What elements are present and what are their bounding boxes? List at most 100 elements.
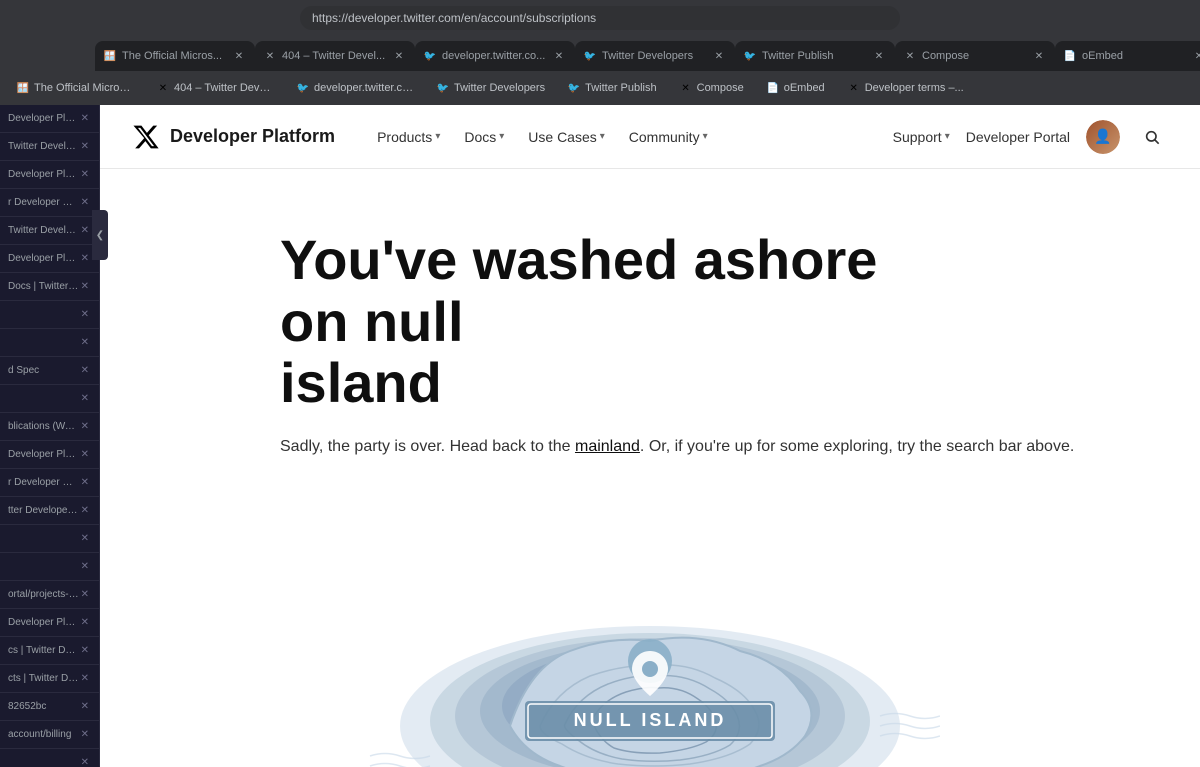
sidebar-item-close[interactable]: ✕ bbox=[79, 139, 91, 154]
sidebar-item-close[interactable]: ✕ bbox=[79, 111, 91, 126]
sidebar-item-close[interactable]: ✕ bbox=[79, 587, 91, 602]
nav-link-use-cases[interactable]: Use Cases ▾ bbox=[518, 123, 615, 151]
sidebar-item-close[interactable]: ✕ bbox=[79, 643, 91, 658]
bookmark-item[interactable]: ✕ Compose bbox=[671, 78, 752, 98]
bookmark-favicon: 📄 bbox=[766, 81, 780, 95]
sidebar-item-close[interactable]: ✕ bbox=[79, 447, 91, 462]
sidebar-item[interactable]: ✕ bbox=[0, 749, 99, 767]
bookmark-item[interactable]: ✕ 404 – Twitter Devel... bbox=[148, 78, 282, 98]
sidebar-item[interactable]: d Spec ✕ bbox=[0, 357, 99, 385]
tab-title: oEmbed bbox=[1082, 50, 1187, 62]
browser-tab[interactable]: 🐦 developer.twitter.co... ✕ bbox=[415, 41, 575, 71]
sidebar-item-close[interactable]: ✕ bbox=[79, 755, 91, 767]
sidebar-item-close[interactable]: ✕ bbox=[79, 391, 91, 406]
browser-titlebar: https://developer.twitter.com/en/account… bbox=[0, 0, 1200, 35]
nav-link-docs[interactable]: Docs ▾ bbox=[454, 123, 514, 151]
sidebar-item-close[interactable]: ✕ bbox=[79, 503, 91, 518]
user-avatar[interactable]: 👤 bbox=[1086, 120, 1120, 154]
sidebar-item[interactable]: ✕ bbox=[0, 301, 99, 329]
sidebar-item-close[interactable]: ✕ bbox=[79, 615, 91, 630]
error-description: Sadly, the party is over. Head back to t… bbox=[280, 438, 1120, 456]
mainland-link[interactable]: mainland bbox=[575, 438, 640, 455]
sidebar-item-close[interactable]: ✕ bbox=[79, 671, 91, 686]
browser-tab[interactable]: 🪟 The Official Micros... ✕ bbox=[95, 41, 255, 71]
browser-tab[interactable]: 🐦 Twitter Developers ✕ bbox=[575, 41, 735, 71]
sidebar-item-close[interactable]: ✕ bbox=[79, 195, 91, 210]
sidebar-item[interactable]: Developer Platform ✕ bbox=[0, 105, 99, 133]
sidebar-item-text: blications (WAI-A... bbox=[8, 421, 79, 432]
tab-close-button[interactable]: ✕ bbox=[1031, 48, 1047, 64]
sidebar-item[interactable]: ✕ bbox=[0, 329, 99, 357]
bookmark-item[interactable]: 🐦 developer.twitter.co... bbox=[288, 78, 422, 98]
nav-link-community[interactable]: Community ▾ bbox=[619, 123, 718, 151]
sidebar-item[interactable]: Twitter Develope... ✕ bbox=[0, 133, 99, 161]
sidebar-toggle[interactable]: ❮ bbox=[92, 210, 108, 260]
sidebar-item[interactable]: ✕ bbox=[0, 385, 99, 413]
browser-tab[interactable]: 📄 oEmbed ✕ bbox=[1055, 41, 1200, 71]
site-nav: Developer Platform Products ▾Docs ▾Use C… bbox=[100, 105, 1200, 169]
search-button[interactable] bbox=[1136, 121, 1168, 153]
heading-line1: You've washed ashore on null bbox=[280, 228, 877, 353]
tab-close-button[interactable]: ✕ bbox=[391, 48, 407, 64]
sidebar-item-close[interactable]: ✕ bbox=[79, 335, 91, 350]
browser-tab[interactable]: ✕ Compose ✕ bbox=[895, 41, 1055, 71]
sidebar-item[interactable]: ✕ bbox=[0, 553, 99, 581]
dev-portal-link[interactable]: Developer Portal bbox=[966, 129, 1070, 145]
bookmark-item[interactable]: 🐦 Twitter Developers bbox=[428, 78, 553, 98]
page-content: You've washed ashore on null island Sadl… bbox=[100, 169, 1200, 767]
tab-close-button[interactable]: ✕ bbox=[231, 48, 247, 64]
sidebar-item[interactable]: Developer Platfo... ✕ bbox=[0, 609, 99, 637]
sidebar-item[interactable]: tter Developer Pla... ✕ bbox=[0, 497, 99, 525]
support-menu[interactable]: Support ▾ bbox=[893, 129, 950, 145]
error-heading: You've washed ashore on null island bbox=[280, 229, 960, 414]
sidebar-item-close[interactable]: ✕ bbox=[79, 167, 91, 182]
sidebar-item[interactable]: cts | Twitter Devel... ✕ bbox=[0, 665, 99, 693]
sidebar-item[interactable]: ortal/projects-and... ✕ bbox=[0, 581, 99, 609]
sidebar-item[interactable]: ✕ bbox=[0, 525, 99, 553]
tab-close-button[interactable]: ✕ bbox=[711, 48, 727, 64]
tab-close-button[interactable]: ✕ bbox=[871, 48, 887, 64]
sidebar-item-close[interactable]: ✕ bbox=[79, 475, 91, 490]
sidebar-item-close[interactable]: ✕ bbox=[79, 531, 91, 546]
sidebar-item[interactable]: Developer Platfo... ✕ bbox=[0, 161, 99, 189]
sidebar-item[interactable]: Developer Platfo... ✕ bbox=[0, 441, 99, 469]
tab-close-button[interactable]: ✕ bbox=[551, 48, 567, 64]
island-illustration: NULL ISLAND bbox=[340, 496, 940, 767]
sidebar-item[interactable]: Twitter Develope... ✕ bbox=[0, 217, 99, 245]
bookmark-favicon: 🐦 bbox=[436, 81, 450, 95]
bookmark-favicon: 🐦 bbox=[296, 81, 310, 95]
tab-title: Twitter Publish bbox=[762, 50, 867, 62]
nav-link-products[interactable]: Products ▾ bbox=[367, 123, 450, 151]
sidebar-item[interactable]: r Developer Platf... ✕ bbox=[0, 189, 99, 217]
sidebar-item[interactable]: Developer Platfo... ✕ bbox=[0, 245, 99, 273]
tab-close-button[interactable]: ✕ bbox=[1191, 48, 1200, 64]
nav-link-label: Community bbox=[629, 129, 700, 145]
sidebar-item-close[interactable]: ✕ bbox=[79, 279, 91, 294]
sidebar-item-close[interactable]: ✕ bbox=[79, 251, 91, 266]
sidebar-item[interactable]: r Developer Platf... ✕ bbox=[0, 469, 99, 497]
support-chevron-icon: ▾ bbox=[945, 131, 950, 142]
sidebar-item-text: cts | Twitter Devel... bbox=[8, 673, 79, 684]
bookmark-favicon: ✕ bbox=[156, 81, 170, 95]
sidebar-item-close[interactable]: ✕ bbox=[79, 559, 91, 574]
bookmark-item[interactable]: 🐦 Twitter Publish bbox=[559, 78, 665, 98]
sidebar-item[interactable]: account/billing ✕ bbox=[0, 721, 99, 749]
sidebar-item[interactable]: 82652bc ✕ bbox=[0, 693, 99, 721]
sidebar-item-close[interactable]: ✕ bbox=[79, 727, 91, 742]
sidebar-item[interactable]: Docs | Twitter De... ✕ bbox=[0, 273, 99, 301]
sidebar-item[interactable]: blications (WAI-A... ✕ bbox=[0, 413, 99, 441]
sidebar-item[interactable]: cs | Twitter Devel... ✕ bbox=[0, 637, 99, 665]
bookmark-item[interactable]: 🪟 The Official Micros... bbox=[8, 78, 142, 98]
sidebar-item-close[interactable]: ✕ bbox=[79, 223, 91, 238]
sidebar-item-close[interactable]: ✕ bbox=[79, 419, 91, 434]
sidebar-item-close[interactable]: ✕ bbox=[79, 363, 91, 378]
sidebar-item-close[interactable]: ✕ bbox=[79, 699, 91, 714]
bookmark-item[interactable]: ✕ Developer terms –... bbox=[839, 78, 972, 98]
browser-tab[interactable]: ✕ 404 – Twitter Devel... ✕ bbox=[255, 41, 415, 71]
sidebar-item-close[interactable]: ✕ bbox=[79, 307, 91, 322]
site-logo[interactable]: Developer Platform bbox=[132, 123, 335, 151]
bookmark-item[interactable]: 📄 oEmbed bbox=[758, 78, 833, 98]
url-bar[interactable]: https://developer.twitter.com/en/account… bbox=[300, 6, 900, 30]
browser-tab[interactable]: 🐦 Twitter Publish ✕ bbox=[735, 41, 895, 71]
nav-chevron-icon: ▾ bbox=[499, 131, 504, 142]
